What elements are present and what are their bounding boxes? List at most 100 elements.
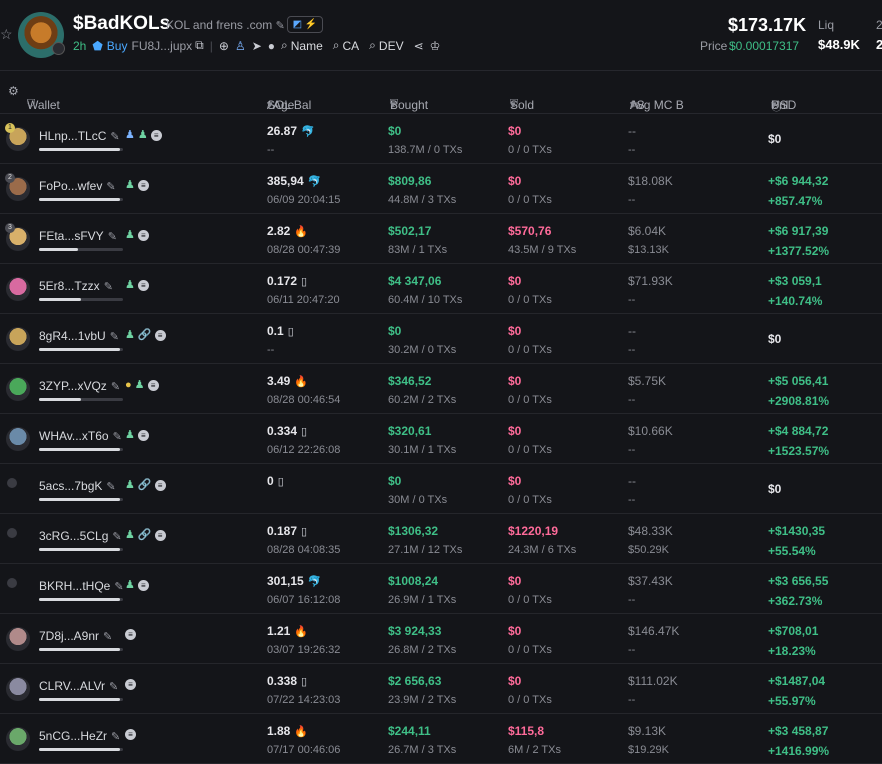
user-icon[interactable]: ♟	[125, 179, 135, 191]
coin-icon[interactable]: ≡	[147, 379, 159, 391]
website-icon[interactable]: ⊕	[219, 39, 229, 53]
table-row[interactable]: 2 FoPo...wfev ✎ ♟ ≡ 385,94 🐬 06/09 20:04:15 $809…	[0, 164, 882, 214]
edit-pencil-icon[interactable]: ✎	[103, 631, 112, 643]
coin-icon[interactable]: ≡	[137, 279, 149, 291]
table-row[interactable]: 5Er8...Tzzx ✎ ♟ ≡ 0.172 ▯ 06/11 20:47:20 $4 347…	[0, 264, 882, 314]
wallet-address[interactable]: HLnp...TLcC ✎	[39, 129, 120, 143]
link-icon[interactable]: 🔗	[138, 529, 152, 541]
wallet-address[interactable]: 5Er8...Tzzx ✎	[39, 279, 113, 293]
wallet-address[interactable]: 5acs...7bgK ✎	[39, 479, 116, 493]
wallet-address-text[interactable]: 3ZYP...xVQz	[39, 379, 107, 393]
edit-pencil-icon[interactable]: ✎	[114, 581, 123, 593]
user-icon[interactable]: ♟	[135, 379, 145, 391]
coin-icon[interactable]: ≡	[137, 579, 149, 591]
wallet-address[interactable]: 8gR4...1vbU ✎	[39, 329, 119, 343]
table-row[interactable]: 1 HLnp...TLcC ✎ ♟ ♟ ≡ 26.87 🐬 -- $0 138.7M / 0 TXs…	[0, 114, 882, 164]
share-icon[interactable]: ⋖	[414, 39, 424, 53]
wallet-address[interactable]: WHAv...xT6o ✎	[39, 429, 122, 443]
coin-icon[interactable]: ●	[268, 39, 275, 53]
settings-gear-icon[interactable]: ⚙	[8, 84, 19, 98]
user-icon[interactable]: ♟	[125, 329, 135, 341]
table-row[interactable]: 3cRG...5CLg ✎ ♟ 🔗 ≡ 0.187 ▯ 08/28 04:08:35 $1306…	[0, 514, 882, 564]
favorite-star-icon[interactable]: ☆	[0, 26, 13, 43]
crown-icon[interactable]: ♔	[430, 39, 441, 53]
edit-pencil-icon[interactable]: ✎	[111, 381, 120, 393]
edit-pencil-icon[interactable]: ✎	[108, 231, 117, 243]
wallet-address-text[interactable]: FEta...sFVY	[39, 229, 104, 243]
copy-icon[interactable]: ⧉	[195, 38, 204, 53]
table-row[interactable]: 7D8j...A9nr ✎ ≡ 1.21 🔥 03/07 19:26:32 $3 924,3…	[0, 614, 882, 664]
wallet-address-text[interactable]: FoPo...wfev	[39, 179, 102, 193]
table-row[interactable]: BKRH...tHQe ✎ ♟ ≡ 301,15 🐬 06/07 16:12:08 $1008…	[0, 564, 882, 614]
wallet-address[interactable]: CLRV...ALVr ✎	[39, 679, 118, 693]
swap-icon[interactable]: ⇆	[630, 98, 639, 111]
edit-pencil-icon[interactable]: ✎	[111, 731, 120, 743]
search-name-icon[interactable]: ⌕	[281, 38, 288, 53]
coin-icon[interactable]: ≡	[154, 529, 166, 541]
wallet-address-text[interactable]: 5nCG...HeZr	[39, 729, 107, 743]
wallet-address-text[interactable]: 5Er8...Tzzx	[39, 279, 100, 293]
wallet-address[interactable]: 3ZYP...xVQz ✎	[39, 379, 120, 393]
coin-icon[interactable]: ≡	[125, 678, 136, 690]
search-dev-icon[interactable]: ⌕	[369, 38, 376, 53]
link-icon[interactable]: 🔗	[138, 479, 152, 491]
usd-icon[interactable]: ⓢ	[771, 98, 782, 114]
edit-pencil-icon[interactable]: ✎	[112, 531, 121, 543]
wallet-address-text[interactable]: 3cRG...5CLg	[39, 529, 108, 543]
edit-pencil-icon[interactable]: ✎	[106, 481, 115, 493]
coin-icon[interactable]: ≡	[154, 329, 166, 341]
user-icon[interactable]: ♟	[125, 429, 135, 441]
coin-icon[interactable]: ≡	[154, 479, 166, 491]
table-row[interactable]: 3ZYP...xVQz ✎ ● ♟ ≡ 3.49 🔥 08/28 00:46:54 $346,5…	[0, 364, 882, 414]
table-row[interactable]: 5nCG...HeZr ✎ ≡ 1.88 🔥 07/17 00:46:06 $244,11 2…	[0, 714, 882, 764]
user-icon[interactable]: ♟	[125, 229, 135, 241]
filter-sold-icon[interactable]: ⛉	[510, 98, 518, 111]
coin-icon[interactable]: ≡	[137, 179, 149, 191]
coin-icon[interactable]: ≡	[137, 229, 149, 241]
wallet-address-text[interactable]: BKRH...tHQe	[39, 579, 110, 593]
edit-pencil-icon[interactable]: ✎	[110, 131, 119, 143]
edit-pencil-icon[interactable]: ✎	[276, 20, 285, 32]
table-row[interactable]: CLRV...ALVr ✎ ≡ 0.338 ▯ 07/22 14:23:03 $2 656,…	[0, 664, 882, 714]
search-name-link[interactable]: Name	[291, 39, 323, 53]
search-ca-icon[interactable]: ⌕	[333, 38, 340, 53]
wallet-address[interactable]: 3cRG...5CLg ✎	[39, 529, 122, 543]
wallet-address-text[interactable]: CLRV...ALVr	[39, 679, 105, 693]
wallet-address[interactable]: FEta...sFVY ✎	[39, 229, 117, 243]
wallet-address[interactable]: 5nCG...HeZr ✎	[39, 729, 120, 743]
search-ca-link[interactable]: CA	[343, 39, 360, 53]
wallet-address-text[interactable]: 5acs...7bgK	[39, 479, 102, 493]
dev-icon[interactable]: ●	[125, 379, 132, 391]
buy-link[interactable]: Buy	[107, 39, 128, 53]
link-icon[interactable]: 🔗	[138, 329, 152, 341]
wallet-address[interactable]: FoPo...wfev ✎	[39, 179, 116, 193]
table-row[interactable]: 5acs...7bgK ✎ ♟ 🔗 ≡ 0 ▯ $0 30M / 0 TXs $0 0 / 0 TX…	[0, 464, 882, 514]
edit-pencil-icon[interactable]: ✎	[106, 181, 115, 193]
wallet-address[interactable]: 7D8j...A9nr ✎	[39, 629, 112, 643]
edit-pencil-icon[interactable]: ✎	[109, 681, 118, 693]
user-icon[interactable]: ♟	[125, 579, 135, 591]
table-row[interactable]: 8gR4...1vbU ✎ ♟ 🔗 ≡ 0.1 ▯ -- $0 30.2M / 0 TXs $0 0 …	[0, 314, 882, 364]
wallet-address-text[interactable]: 7D8j...A9nr	[39, 629, 99, 643]
coin-icon[interactable]: ≡	[125, 628, 136, 640]
user-icon[interactable]: ♟	[125, 279, 135, 291]
user-blue-icon[interactable]: ♟	[125, 129, 135, 141]
wallet-address-text[interactable]: HLnp...TLcC	[39, 129, 106, 143]
table-row[interactable]: WHAv...xT6o ✎ ♟ ≡ 0.334 ▯ 06/12 22:26:08 $320,6…	[0, 414, 882, 464]
user-icon[interactable]: ♟	[125, 529, 135, 541]
edit-pencil-icon[interactable]: ✎	[104, 281, 113, 293]
edit-pencil-icon[interactable]: ✎	[110, 331, 119, 343]
table-row[interactable]: 3 FEta...sFVY ✎ ♟ ≡ 2.82 🔥 08/28 00:47:39 $502,1…	[0, 214, 882, 264]
filter-bought-icon[interactable]: ⛉	[390, 98, 398, 111]
coin-icon[interactable]: ≡	[150, 129, 162, 141]
coin-icon[interactable]: ≡	[125, 728, 136, 740]
sort-age-icon[interactable]: ▾	[267, 98, 273, 111]
filter-icon[interactable]: ⛉	[27, 98, 35, 111]
search-dev-link[interactable]: DEV	[379, 39, 404, 53]
user-icon[interactable]: ♙	[235, 39, 246, 53]
coin-icon[interactable]: ≡	[137, 429, 149, 441]
edit-pencil-icon[interactable]: ✎	[113, 431, 122, 443]
user-icon[interactable]: ♟	[138, 129, 148, 141]
wallet-address-text[interactable]: 8gR4...1vbU	[39, 329, 106, 343]
wallet-address-text[interactable]: WHAv...xT6o	[39, 429, 109, 443]
